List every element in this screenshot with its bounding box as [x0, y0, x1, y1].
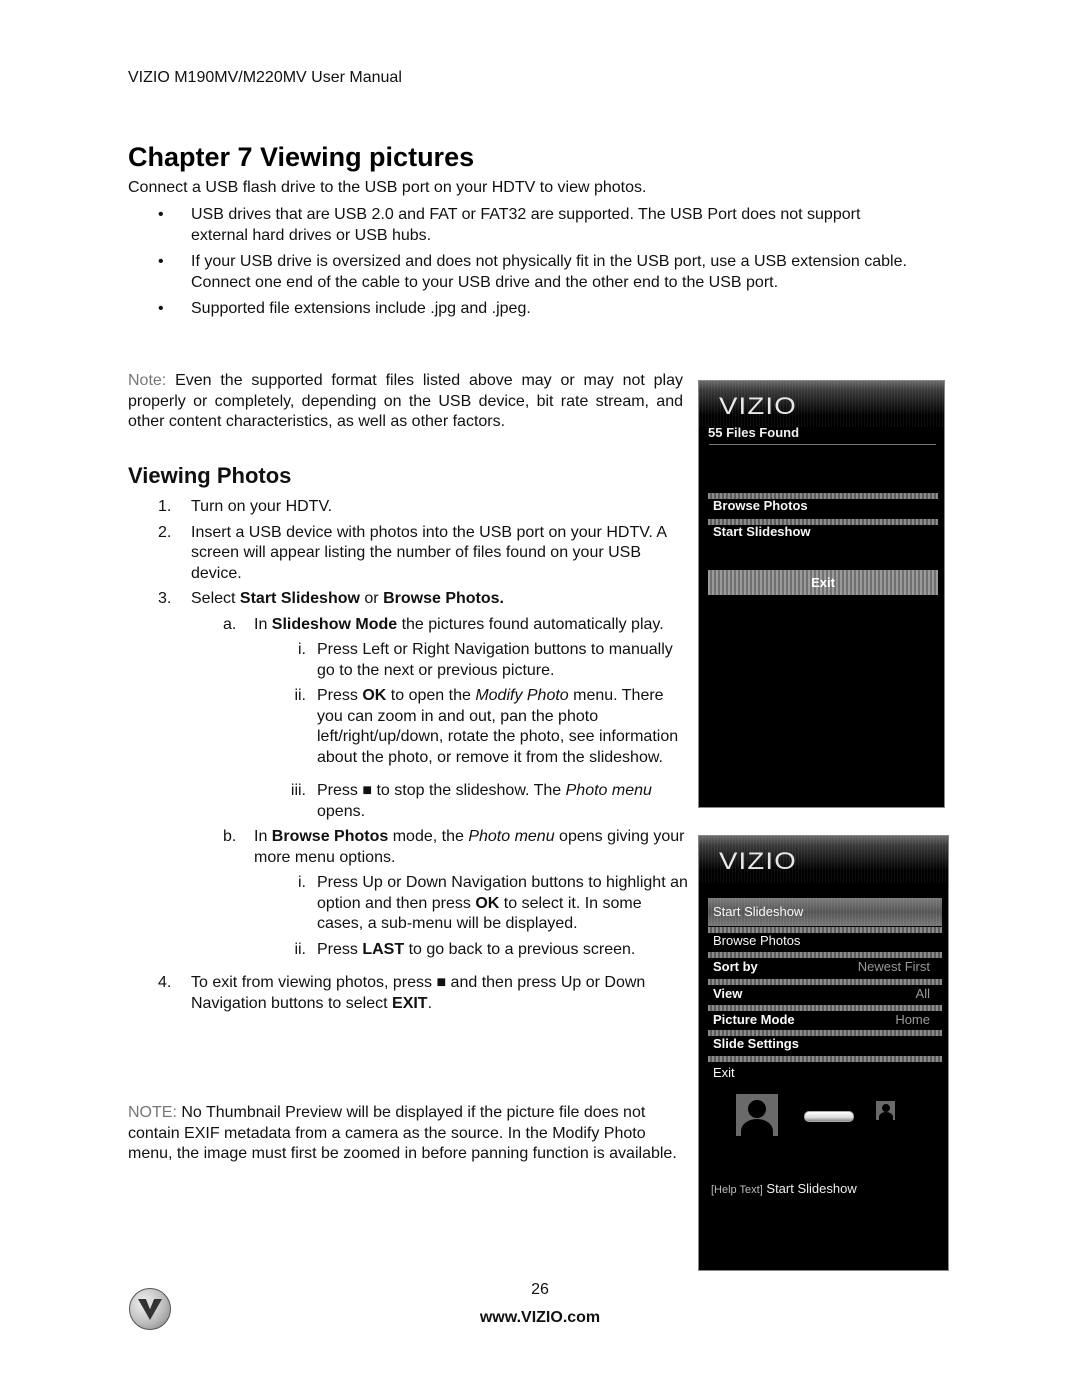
divider [709, 444, 936, 445]
step-4: 4. To exit from viewing photos, press ■ a… [158, 974, 646, 1012]
page-number: 26 [531, 1281, 549, 1298]
steps-list: 1. Turn on your HDTV. 2. Insert a USB devi… [128, 497, 688, 1019]
requirements-list: • USB drives that are USB 2.0 and FAT or … [150, 205, 910, 326]
vizio-logo: VIZIO [719, 393, 797, 420]
menu-item-start-slideshow[interactable]: Start Slideshow [713, 524, 811, 539]
step-1: 1. Turn on your HDTV. [158, 498, 333, 515]
step-3a-iii: iii. Press ■ to stop the slideshow. The P… [290, 782, 652, 820]
step-3a-i: i. Press Left or Right Navigation buttons… [298, 641, 673, 679]
stop-icon: ■ [436, 974, 447, 991]
note-label: NOTE: [128, 1104, 177, 1121]
list-item: • If your USB drive is oversized and does… [158, 253, 907, 291]
thumbnail-placeholder-icon [736, 1094, 778, 1136]
manual-header: VIZIO M190MV/M220MV User Manual [128, 69, 402, 86]
list-item: • USB drives that are USB 2.0 and FAT or … [158, 206, 861, 244]
vizio-logo: VIZIO [719, 848, 797, 875]
menu-item-picture-mode[interactable]: Picture Mode Home [713, 1012, 930, 1027]
menu-item-sort-by[interactable]: Sort by Newest First [713, 959, 930, 974]
step-2: 2. Insert a USB device with photos into t… [158, 523, 667, 582]
chapter-title: Chapter 7 Viewing pictures [128, 142, 475, 172]
menu-item-view[interactable]: View All [713, 986, 930, 1001]
note-label: Note: [128, 372, 167, 389]
step-3: 3. Select Start Slideshow or Browse Photo… [158, 590, 504, 607]
step-3b: b. In Browse Photos mode, the Photo menu … [223, 828, 685, 866]
help-text: [Help Text] Start Slideshow [711, 1181, 857, 1196]
stop-icon: ■ [362, 782, 373, 799]
website-link[interactable]: www.VIZIO.com [0, 1309, 1080, 1327]
menu-item-start-slideshow[interactable]: Start Slideshow [713, 904, 930, 919]
thumbnail-note: NOTE: No Thumbnail Preview will be displ… [128, 1104, 677, 1162]
bullet-icon: • [158, 300, 164, 317]
step-3a-ii: ii. Press OK to open the Modify Photo men… [294, 687, 679, 766]
exit-button[interactable]: Exit [708, 570, 938, 595]
small-thumbnail-icon [876, 1101, 895, 1120]
chapter-intro: Connect a USB flash drive to the USB por… [128, 179, 647, 196]
menu-item-browse-photos[interactable]: Browse Photos [713, 933, 930, 948]
menu-item-exit[interactable]: Exit [713, 1065, 930, 1080]
bullet-icon: • [158, 206, 164, 223]
list-item: • Supported file extensions include .jpg … [150, 299, 910, 320]
progress-bar [804, 1111, 854, 1122]
format-note: Note: Even the supported format files li… [128, 372, 683, 430]
menu-item-browse-photos[interactable]: Browse Photos [713, 498, 808, 513]
step-3b-i: i. Press Up or Down Navigation buttons to… [298, 874, 688, 932]
bullet-icon: • [158, 253, 164, 270]
step-3a: a. In Slideshow Mode the pictures found a… [223, 615, 664, 633]
files-found-label: 55 Files Found [708, 425, 800, 440]
section-title: Viewing Photos [128, 463, 292, 488]
menu-item-slide-settings[interactable]: Slide Settings [713, 1036, 930, 1051]
step-3b-ii: ii. Press LAST to go back to a previous s… [294, 940, 636, 958]
files-found-screen: VIZIO 55 Files Found Browse Photos Start… [698, 380, 945, 808]
photo-menu-screen: VIZIO Start Slideshow Browse Photos Sort… [698, 835, 949, 1271]
